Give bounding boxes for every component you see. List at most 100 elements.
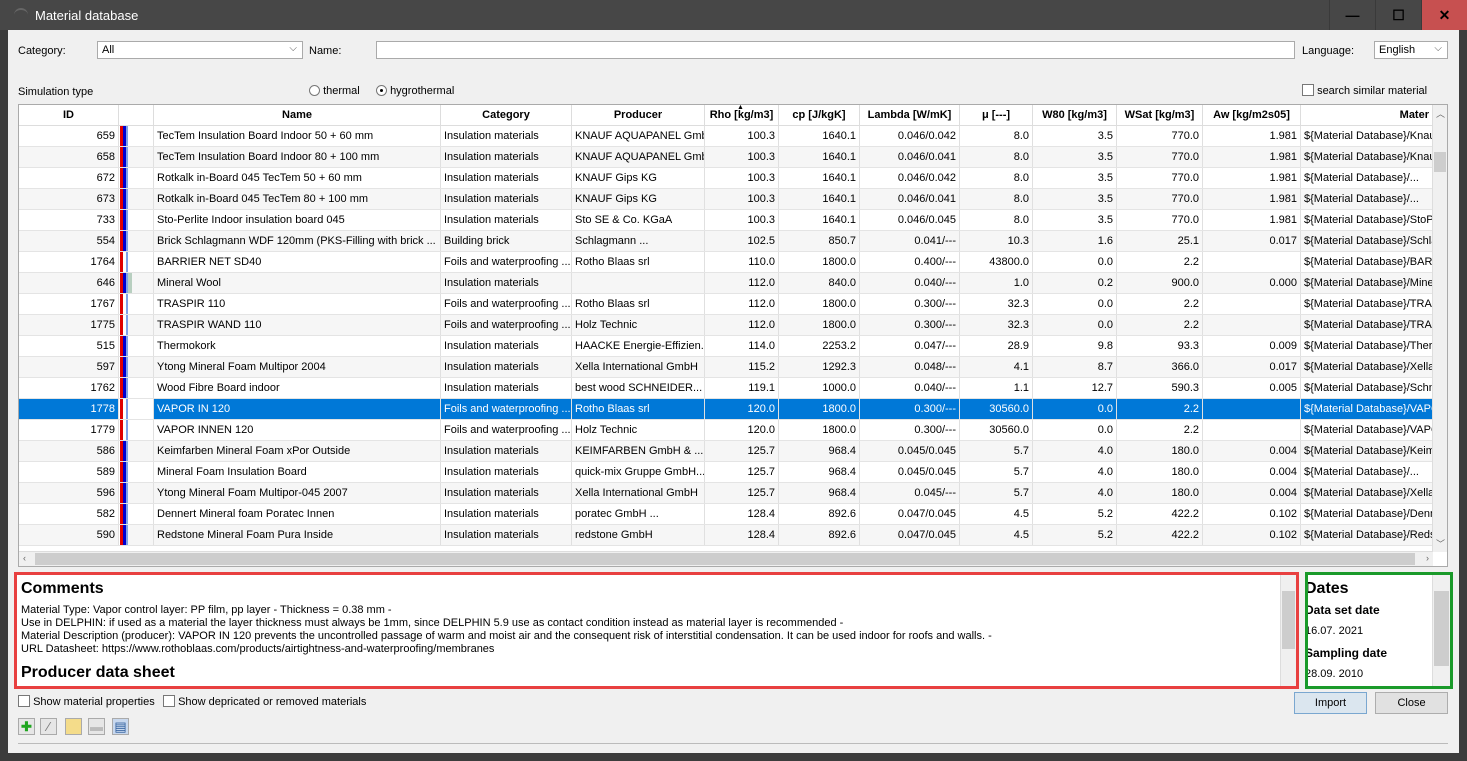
wsat-cell: 770.0 (1117, 210, 1203, 230)
id-cell: 1767 (19, 294, 119, 314)
aw-cell: 0.102 (1203, 525, 1301, 545)
table-row[interactable]: 673 Rotkalk in-Board 045 TecTem 80 + 100 … (19, 189, 1433, 210)
table-row[interactable]: 582 Dennert Mineral foam Poratec Innen Ins… (19, 504, 1433, 525)
category-select[interactable]: All ⌵ (97, 41, 303, 59)
import-button[interactable]: Import (1294, 692, 1367, 714)
column-header[interactable]: cp [J/kgK] (779, 105, 860, 125)
table-row[interactable]: 1762 Wood Fibre Board indoor Insulation ma… (19, 378, 1433, 399)
table-row[interactable]: 1764 BARRIER NET SD40 Foils and waterproof… (19, 252, 1433, 273)
column-header[interactable]: Category (441, 105, 572, 125)
rho-cell: 125.7 (705, 462, 779, 482)
cp-cell: 850.7 (779, 231, 860, 251)
aw-cell (1203, 420, 1301, 440)
comments-scrollbar[interactable] (1280, 575, 1296, 686)
remove-material-button[interactable]: ▬ (88, 718, 105, 735)
table-row[interactable]: 554 Brick Schlagmann WDF 120mm (PKS-Filli… (19, 231, 1433, 252)
producer-cell: Rotho Blaas srl (572, 294, 705, 314)
table-row[interactable]: 672 Rotkalk in-Board 045 TecTem 50 + 60 m… (19, 168, 1433, 189)
table-row[interactable]: 597 Ytong Mineral Foam Multipor 2004 Insul… (19, 357, 1433, 378)
add-material-button[interactable]: ✚ (18, 718, 35, 735)
scroll-right-icon[interactable]: › (1426, 553, 1429, 563)
table-row[interactable]: 1767 TRASPIR 110 Foils and waterproofing .… (19, 294, 1433, 315)
column-header[interactable] (119, 105, 154, 125)
radio-hygrothermal[interactable]: hygrothermal (376, 85, 454, 97)
scroll-thumb[interactable] (1434, 152, 1446, 172)
category-label: Category: (18, 45, 66, 57)
language-select[interactable]: English ⌵ (1374, 41, 1448, 59)
producer-cell: poratec GmbH ... (572, 504, 705, 524)
column-header[interactable]: Name (154, 105, 441, 125)
close-button[interactable]: Close (1375, 692, 1448, 714)
column-header[interactable]: Producer (572, 105, 705, 125)
document-button[interactable]: ▤ (112, 718, 129, 735)
table-row[interactable]: 515 Thermokork Insulation materials HAACKE … (19, 336, 1433, 357)
wsat-cell: 770.0 (1117, 189, 1203, 209)
column-header[interactable]: μ [---] (960, 105, 1033, 125)
material-color-stripe (119, 462, 154, 482)
rho-cell: 100.3 (705, 189, 779, 209)
w80-cell: 3.5 (1033, 210, 1117, 230)
column-header[interactable]: ID (19, 105, 119, 125)
scroll-thumb[interactable] (1282, 591, 1295, 649)
dates-scrollbar[interactable] (1432, 575, 1450, 686)
cp-cell: 892.6 (779, 504, 860, 524)
material-path-cell: ${Material Database}/Keim (1301, 441, 1433, 461)
rho-cell: 120.0 (705, 399, 779, 419)
producer-cell: KNAUF AQUAPANEL GmbH (572, 147, 705, 167)
rho-cell: 115.2 (705, 357, 779, 377)
materials-table: ID Name Category Producer Rho [kg/m3] ▲ cp [J/… (18, 104, 1448, 567)
search-similar-checkbox[interactable]: search similar material (1302, 84, 1427, 97)
scroll-up-icon[interactable]: ︿ (1436, 107, 1445, 120)
mu-cell: 43800.0 (960, 252, 1033, 272)
table-row[interactable]: 1779 VAPOR INNEN 120 Foils and waterproofi… (19, 420, 1433, 441)
mu-cell: 1.1 (960, 378, 1033, 398)
rho-cell: 128.4 (705, 504, 779, 524)
radio-thermal-label: thermal (323, 85, 360, 97)
show-deprecated-checkbox[interactable]: Show depricated or removed materials (163, 695, 366, 708)
table-row[interactable]: 646 Mineral Wool Insulation materials 112.0… (19, 273, 1433, 294)
wsat-cell: 2.2 (1117, 294, 1203, 314)
column-header[interactable]: W80 [kg/m3] (1033, 105, 1117, 125)
maximize-button[interactable]: ☐ (1375, 0, 1421, 30)
open-folder-button[interactable] (65, 718, 82, 735)
category-cell: Insulation materials (441, 168, 572, 188)
show-material-properties-checkbox[interactable]: Show material properties (18, 695, 155, 708)
vertical-scrollbar[interactable]: ︿ ﹀ (1432, 105, 1447, 552)
table-row[interactable]: 586 Keimfarben Mineral Foam xPor Outside I… (19, 441, 1433, 462)
id-cell: 658 (19, 147, 119, 167)
comment-line: Material Type: Vapor control layer: PP f… (21, 604, 392, 616)
rho-cell: 128.4 (705, 525, 779, 545)
close-window-button[interactable]: ✕ (1421, 0, 1467, 30)
aw-cell: 0.017 (1203, 357, 1301, 377)
scroll-down-icon[interactable]: ﹀ (1436, 537, 1445, 550)
id-cell: 554 (19, 231, 119, 251)
minimize-button[interactable]: — (1329, 0, 1375, 30)
table-row[interactable]: 1778 VAPOR IN 120 Foils and waterproofing … (19, 399, 1433, 420)
table-row[interactable]: 659 TecTem Insulation Board Indoor 50 + 6… (19, 126, 1433, 147)
lambda-cell: 0.047/0.045 (860, 504, 960, 524)
table-row[interactable]: 658 TecTem Insulation Board Indoor 80 + 1… (19, 147, 1433, 168)
column-header[interactable]: Aw [kg/m2s05] (1203, 105, 1301, 125)
table-row[interactable]: 1775 TRASPIR WAND 110 Foils and waterproof… (19, 315, 1433, 336)
scroll-thumb[interactable] (35, 553, 1415, 565)
table-row[interactable]: 589 Mineral Foam Insulation Board Insulati… (19, 462, 1433, 483)
material-color-stripe (119, 147, 154, 167)
column-header[interactable]: Rho [kg/m3] ▲ (705, 105, 779, 125)
table-row[interactable]: 733 Sto-Perlite Indoor insulation board 0… (19, 210, 1433, 231)
radio-thermal[interactable]: thermal (309, 85, 360, 97)
column-header[interactable]: WSat [kg/m3] (1117, 105, 1203, 125)
lambda-cell: 0.047/--- (860, 336, 960, 356)
cp-cell: 1800.0 (779, 399, 860, 419)
table-row[interactable]: 590 Redstone Mineral Foam Pura Inside Insu… (19, 525, 1433, 546)
column-header[interactable]: Mater (1301, 105, 1433, 125)
column-header[interactable]: Lambda [W/mK] (860, 105, 960, 125)
wsat-cell: 2.2 (1117, 399, 1203, 419)
horizontal-scrollbar[interactable]: ‹ › (19, 551, 1433, 566)
name-cell: TecTem Insulation Board Indoor 80 + 100 … (154, 147, 441, 167)
scroll-left-icon[interactable]: ‹ (23, 553, 26, 563)
edit-material-button[interactable]: ⁄ (40, 718, 57, 735)
scroll-thumb[interactable] (1434, 591, 1449, 666)
name-input[interactable] (376, 41, 1295, 59)
table-row[interactable]: 596 Ytong Mineral Foam Multipor-045 2007 I… (19, 483, 1433, 504)
name-cell: Mineral Wool (154, 273, 441, 293)
